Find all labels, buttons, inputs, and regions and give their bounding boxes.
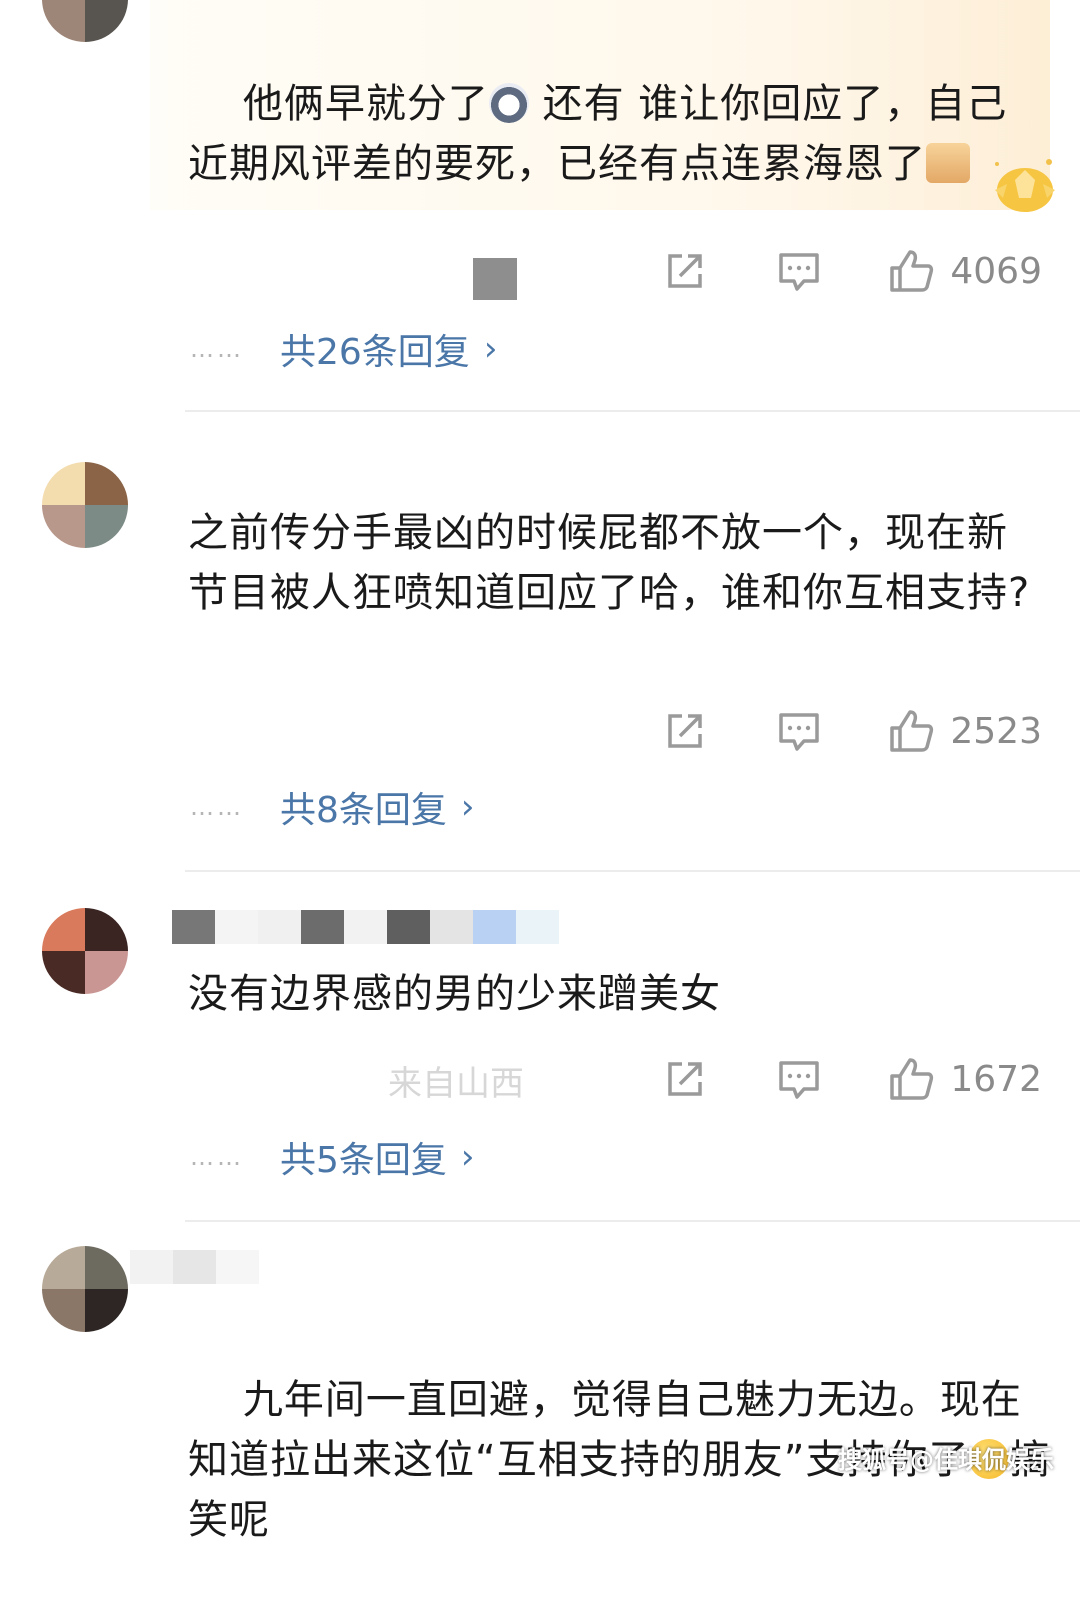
comment-meta: 来自山西 xyxy=(388,1064,524,1104)
share-button[interactable] xyxy=(660,248,710,294)
watermark: 搜狐号@佳琪侃娱乐 xyxy=(838,1446,1054,1474)
avatar[interactable] xyxy=(42,1246,128,1332)
share-icon xyxy=(668,1062,703,1096)
reply-count-text: 共5条回复 xyxy=(280,1140,447,1181)
husky-emoji xyxy=(488,83,529,123)
reply-count-text: 共8条回复 xyxy=(280,790,447,831)
comment-icon xyxy=(779,713,820,751)
comment-text: 他俩早就分了 还有 谁让你回应了，自己近期风评差的要死，已经有点连累海恩了 xyxy=(188,81,1008,187)
like-button[interactable]: 4069 xyxy=(888,248,1042,294)
comment-text: 之前传分手最凶的时候屁都不放一个，现在新节目被人狂喷知道回应了哈，谁和你互相支持… xyxy=(188,510,1031,616)
comment-icon xyxy=(779,253,820,291)
username-censored xyxy=(130,1250,259,1284)
share-icon xyxy=(668,254,703,288)
share-icon xyxy=(668,714,703,748)
comment-button[interactable] xyxy=(774,248,824,294)
reply-count-text: 共26条回复 xyxy=(280,332,470,373)
share-button[interactable] xyxy=(660,708,710,754)
share-button[interactable] xyxy=(660,1056,710,1102)
like-count: 2523 xyxy=(950,710,1042,752)
avatar[interactable] xyxy=(42,908,128,994)
view-replies-link[interactable]: 共26条回复 › xyxy=(280,323,497,375)
like-count: 4069 xyxy=(950,250,1042,292)
comment-button[interactable] xyxy=(774,708,824,754)
chevron-right-icon: › xyxy=(460,787,475,827)
chevron-right-icon: › xyxy=(483,329,498,369)
comment-button[interactable] xyxy=(774,1056,824,1102)
dots: …… xyxy=(190,793,244,821)
username-censored xyxy=(172,910,559,944)
comment-actions: 1672 xyxy=(596,1054,1042,1104)
like-icon xyxy=(890,250,934,292)
comment-icon xyxy=(779,1061,820,1099)
comment-actions: 2523 xyxy=(596,706,1042,756)
dots: …… xyxy=(190,1143,244,1171)
like-button[interactable]: 2523 xyxy=(888,708,1042,754)
crown-badge-icon xyxy=(995,159,1055,212)
avatar[interactable] xyxy=(42,462,128,548)
like-icon xyxy=(890,1058,934,1100)
dots: …… xyxy=(190,335,244,363)
like-icon xyxy=(890,710,934,752)
comment-item: 没有边界感的男的少来蹭美女 来自山西 1672 …… 共5条回复 › xyxy=(0,872,1080,1220)
view-replies-link[interactable]: 共5条回复 › xyxy=(280,1131,475,1183)
like-button[interactable]: 1672 xyxy=(888,1056,1042,1102)
comment-actions: 4069 xyxy=(596,246,1042,296)
comment-text: 没有边界感的男的少来蹭美女 xyxy=(188,971,721,1017)
censor-block xyxy=(473,258,517,300)
replies-row: …… 共8条回复 › xyxy=(190,782,475,832)
like-count: 1672 xyxy=(950,1058,1042,1100)
replies-row: …… 共5条回复 › xyxy=(190,1132,475,1182)
chevron-right-icon: › xyxy=(460,1137,475,1177)
replies-row: …… 共26条回复 › xyxy=(190,324,497,374)
comment-item: 之前传分手最凶的时候屁都不放一个，现在新节目被人狂喷知道回应了哈，谁和你互相支持… xyxy=(0,412,1080,870)
pray-emoji xyxy=(926,143,970,183)
view-replies-link[interactable]: 共8条回复 › xyxy=(280,781,475,833)
avatar[interactable] xyxy=(42,0,128,42)
comment-item: 他俩早就分了 还有 谁让你回应了，自己近期风评差的要死，已经有点连累海恩了 40… xyxy=(0,0,1080,410)
